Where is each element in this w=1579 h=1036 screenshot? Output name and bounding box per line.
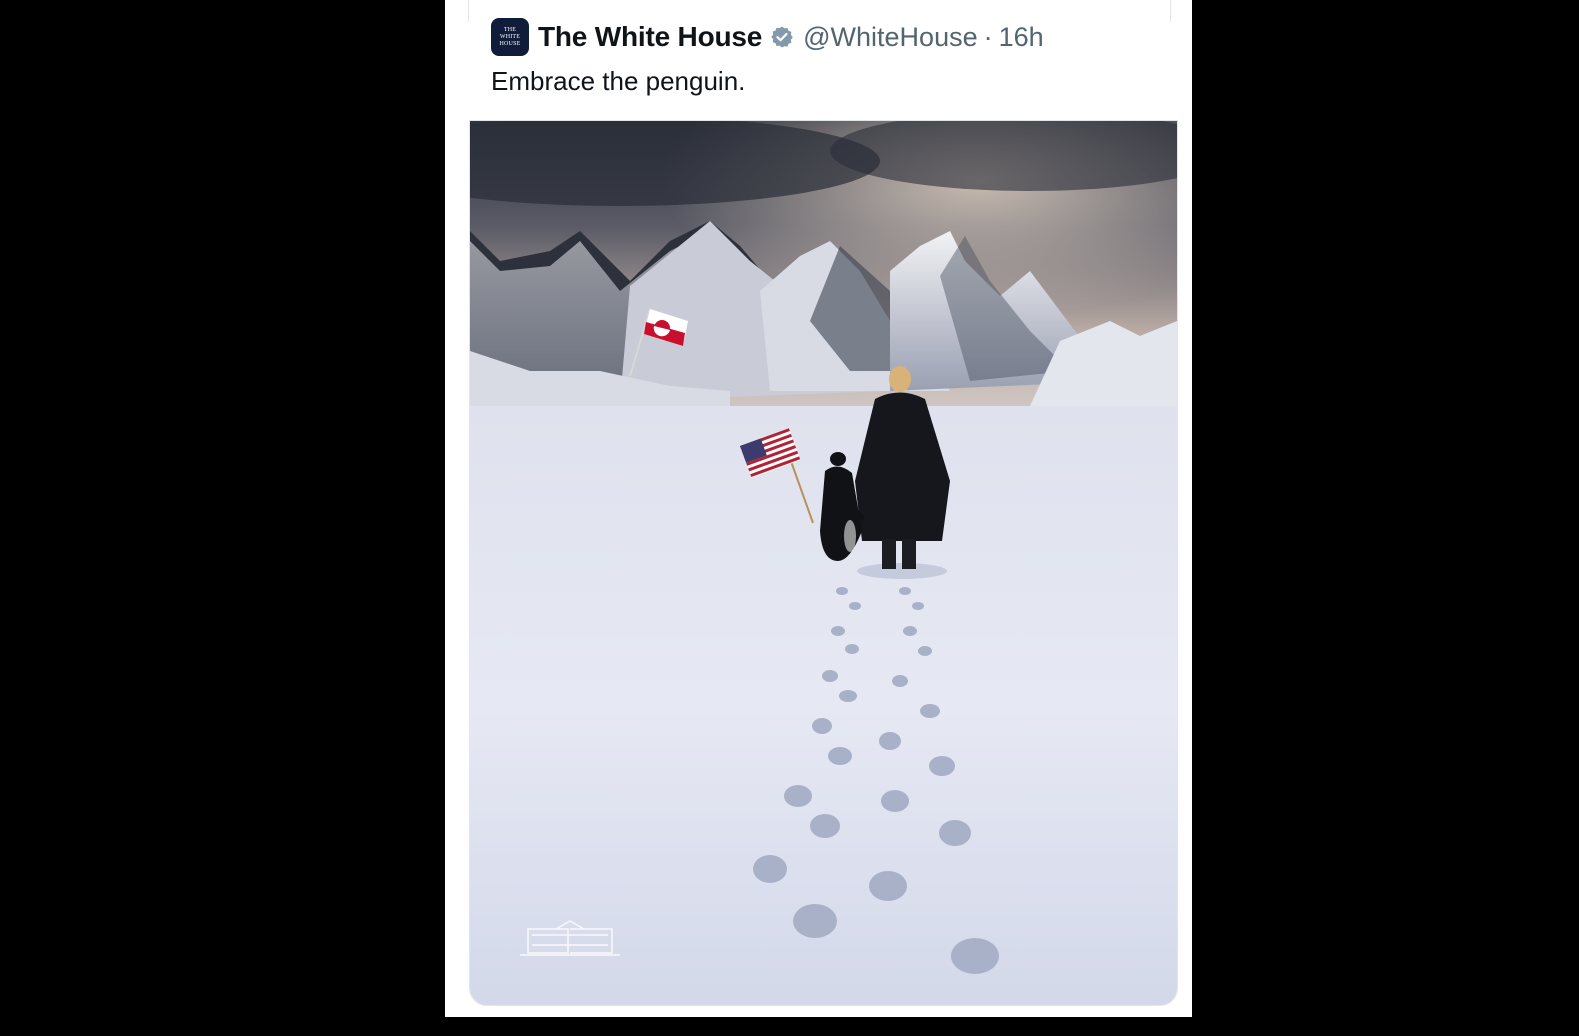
timestamp[interactable]: 16h: [999, 22, 1044, 53]
tweet-media-image[interactable]: [469, 120, 1178, 1006]
verified-badge-icon: [770, 25, 794, 49]
tweet-text: Embrace the penguin.: [491, 66, 746, 96]
tweet-header: THE WHITE HOUSE The White House @WhiteHo…: [491, 17, 1044, 57]
tweet-card: THE WHITE HOUSE The White House @WhiteHo…: [445, 0, 1192, 1017]
avatar[interactable]: THE WHITE HOUSE: [491, 18, 529, 56]
avatar-logo: THE WHITE HOUSE: [499, 26, 521, 47]
author-handle[interactable]: @WhiteHouse: [803, 22, 977, 53]
author-name[interactable]: The White House: [538, 21, 762, 53]
snow-scene-image: [470, 121, 1177, 1005]
separator-dot: ·: [983, 21, 993, 52]
